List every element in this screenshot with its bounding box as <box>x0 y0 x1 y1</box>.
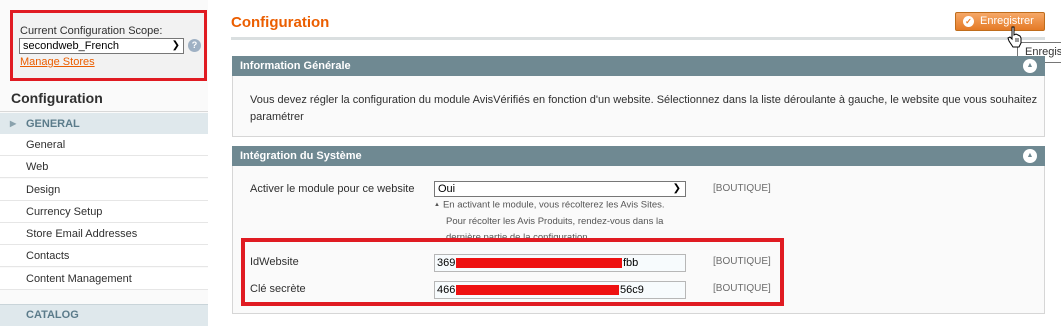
section-header-information-generale[interactable]: Information Générale ▲ <box>232 56 1045 76</box>
help-icon[interactable]: ? <box>188 39 201 52</box>
info-description: Vous devez régler la configuration du mo… <box>250 94 1038 123</box>
scope-select[interactable]: secondweb_French ❯ <box>19 38 184 54</box>
sidebar-group-catalog[interactable]: CATALOG <box>0 304 208 326</box>
collapse-icon[interactable]: ▲ <box>1023 149 1037 163</box>
caret-up-icon: ▲ <box>434 202 440 208</box>
scope-select-value: secondweb_French <box>23 40 120 52</box>
sidebar-item-content-management[interactable]: Content Management <box>0 268 208 290</box>
sidebar-item-web[interactable]: Web <box>0 156 208 178</box>
activate-module-label: Activer le module pour ce website <box>250 183 415 195</box>
sidebar-heading: Configuration <box>0 86 208 112</box>
activate-module-value: Oui <box>438 183 456 195</box>
sidebar-item-design[interactable]: Design <box>0 179 208 201</box>
title-divider <box>231 37 1045 40</box>
sidebar-group-general[interactable]: ▶ GENERAL <box>0 113 208 135</box>
section-title: Intégration du Système <box>240 150 362 162</box>
activate-module-select[interactable]: Oui ❯ <box>434 181 686 197</box>
sidebar-item-general[interactable]: General <box>0 134 208 156</box>
scope-tag: [BOUTIQUE] <box>713 183 771 194</box>
manage-stores-link[interactable]: Manage Stores <box>20 56 95 68</box>
note-line: En activant le module, vous récolterez l… <box>442 199 665 211</box>
section-title: Information Générale <box>240 60 351 72</box>
section-header-integration[interactable]: Intégration du Système ▲ <box>232 146 1045 166</box>
sidebar-item-currency-setup[interactable]: Currency Setup <box>0 201 208 223</box>
activate-module-note: ▲ En activant le module, vous récolterez … <box>434 197 689 241</box>
check-icon: ✓ <box>963 16 974 27</box>
collapse-icon[interactable]: ▲ <box>1023 59 1037 73</box>
caret-right-icon: ▶ <box>10 119 17 128</box>
sidebar-group-label: GENERAL <box>26 118 80 130</box>
scope-label: Current Configuration Scope: <box>20 25 163 37</box>
sidebar-item-store-email-addresses[interactable]: Store Email Addresses <box>0 223 208 245</box>
hand-cursor-icon <box>1007 26 1022 48</box>
chevron-down-icon: ❯ <box>672 183 681 194</box>
page-title: Configuration <box>231 14 330 31</box>
note-line: Pour récolter les Avis Produits, rendez-… <box>446 215 664 227</box>
sidebar-item-contacts[interactable]: Contacts <box>0 245 208 267</box>
credentials-highlight <box>241 238 784 306</box>
chevron-down-icon: ❯ <box>171 40 180 51</box>
